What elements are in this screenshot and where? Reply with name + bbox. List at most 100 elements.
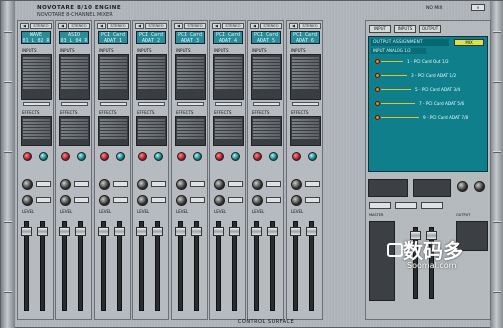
channel-pan-knob-a[interactable] — [252, 179, 263, 190]
tab-output[interactable]: OUTPUT — [419, 25, 441, 33]
channel-pan-knob-a[interactable] — [137, 179, 148, 190]
prev-channel-button[interactable]: ◀ — [58, 23, 67, 29]
channel-mute-button[interactable] — [305, 181, 320, 187]
channel-mute-button[interactable] — [228, 181, 243, 187]
channel-mode-button[interactable]: STEREO — [184, 23, 206, 29]
channel-mode-button[interactable]: STEREO — [30, 23, 52, 29]
channel-select-button[interactable] — [215, 102, 242, 106]
route-node[interactable] — [375, 87, 380, 92]
channel-fader-right[interactable] — [37, 227, 48, 236]
channel-fader-left[interactable] — [290, 227, 301, 236]
channel-select-button[interactable] — [292, 102, 319, 106]
route-node[interactable] — [375, 115, 380, 120]
channel-lcd[interactable]: WAVE 01 L 02 R — [21, 31, 51, 44]
channel-aux-knob[interactable] — [269, 152, 278, 161]
prev-channel-button[interactable]: ◀ — [20, 23, 29, 29]
channel-lcd[interactable]: PCI Card ADAT 4 — [213, 31, 243, 44]
channel-lcd[interactable]: ASIO 03 L 04 R — [59, 31, 89, 44]
channel-mute-button[interactable] — [190, 181, 205, 187]
channel-mute-button[interactable] — [74, 181, 89, 187]
router-mode-button[interactable]: MIX — [454, 39, 484, 46]
channel-solo-button[interactable] — [266, 197, 281, 203]
channel-fader-left[interactable] — [136, 227, 147, 236]
channel-lcd[interactable]: PCI Card ADAT 6 — [290, 31, 320, 44]
channel-gain-knob[interactable] — [177, 152, 186, 161]
channel-solo-button[interactable] — [113, 197, 128, 203]
channel-select-button[interactable] — [23, 102, 50, 106]
channel-fader-left[interactable] — [21, 227, 32, 236]
channel-gain-knob[interactable] — [61, 152, 70, 161]
prev-channel-button[interactable]: ◀ — [174, 23, 183, 29]
channel-pan-knob-a[interactable] — [176, 179, 187, 190]
channel-solo-button[interactable] — [305, 197, 320, 203]
channel-gain-knob[interactable] — [138, 152, 147, 161]
channel-pan-knob-b[interactable] — [60, 195, 71, 206]
channel-select-button[interactable] — [100, 102, 127, 106]
prev-channel-button[interactable]: ◀ — [135, 23, 144, 29]
channel-lcd[interactable]: PCI Card ADAT 3 — [175, 31, 205, 44]
channel-pan-knob-a[interactable] — [22, 179, 33, 190]
tab-input[interactable]: INPUT — [369, 25, 391, 33]
channel-fader-right[interactable] — [114, 227, 125, 236]
channel-pan-knob-b[interactable] — [176, 195, 187, 206]
channel-pan-knob-a[interactable] — [291, 179, 302, 190]
prev-channel-button[interactable]: ◀ — [250, 23, 259, 29]
channel-aux-knob[interactable] — [116, 152, 125, 161]
route-node[interactable] — [375, 73, 380, 78]
prev-channel-button[interactable]: ◀ — [289, 23, 298, 29]
tab-inputs[interactable]: INPUTS — [394, 25, 416, 33]
channel-fader-right[interactable] — [191, 227, 202, 236]
channel-mode-button[interactable]: STEREO — [260, 23, 282, 29]
channel-aux-knob[interactable] — [231, 152, 240, 161]
close-button[interactable]: ✕ — [471, 4, 485, 11]
output-button-1[interactable] — [369, 202, 391, 209]
channel-fader-left[interactable] — [59, 227, 70, 236]
channel-aux-knob[interactable] — [154, 152, 163, 161]
channel-fader-right[interactable] — [75, 227, 86, 236]
channel-fader-left[interactable] — [251, 227, 262, 236]
channel-gain-knob[interactable] — [23, 152, 32, 161]
aux-knob[interactable] — [474, 181, 485, 192]
channel-fader-left[interactable] — [213, 227, 224, 236]
channel-fader-right[interactable] — [229, 227, 240, 236]
channel-solo-button[interactable] — [74, 197, 89, 203]
prev-channel-button[interactable]: ◀ — [97, 23, 106, 29]
router-source[interactable]: INPUT ANALOG 1/2 — [371, 48, 426, 54]
channel-fader-left[interactable] — [98, 227, 109, 236]
channel-pan-knob-b[interactable] — [291, 195, 302, 206]
channel-aux-knob[interactable] — [193, 152, 202, 161]
channel-solo-button[interactable] — [190, 197, 205, 203]
channel-select-button[interactable] — [138, 102, 165, 106]
channel-fader-right[interactable] — [306, 227, 317, 236]
channel-mode-button[interactable]: STEREO — [68, 23, 90, 29]
channel-mode-button[interactable]: STEREO — [299, 23, 321, 29]
channel-pan-knob-b[interactable] — [252, 195, 263, 206]
route-node[interactable] — [375, 59, 380, 64]
channel-pan-knob-b[interactable] — [99, 195, 110, 206]
channel-select-button[interactable] — [61, 102, 88, 106]
master-knob[interactable] — [457, 181, 468, 192]
channel-pan-knob-a[interactable] — [60, 179, 71, 190]
channel-mode-button[interactable]: STEREO — [145, 23, 167, 29]
channel-fader-right[interactable] — [267, 227, 278, 236]
channel-mute-button[interactable] — [266, 181, 281, 187]
channel-gain-knob[interactable] — [253, 152, 262, 161]
channel-fader-left[interactable] — [175, 227, 186, 236]
channel-aux-knob[interactable] — [39, 152, 48, 161]
route-node[interactable] — [375, 101, 380, 106]
channel-gain-knob[interactable] — [215, 152, 224, 161]
channel-lcd[interactable]: PCI Card ADAT 5 — [251, 31, 281, 44]
channel-pan-knob-b[interactable] — [214, 195, 225, 206]
channel-aux-knob[interactable] — [77, 152, 86, 161]
channel-mute-button[interactable] — [36, 181, 51, 187]
channel-mute-button[interactable] — [151, 181, 166, 187]
channel-lcd[interactable]: PCI Card ADAT 1 — [98, 31, 128, 44]
output-button-2[interactable] — [395, 202, 417, 209]
prev-channel-button[interactable]: ◀ — [212, 23, 221, 29]
channel-solo-button[interactable] — [36, 197, 51, 203]
channel-mode-button[interactable]: STEREO — [222, 23, 244, 29]
channel-gain-knob[interactable] — [292, 152, 301, 161]
channel-solo-button[interactable] — [151, 197, 166, 203]
channel-mode-button[interactable]: STEREO — [107, 23, 129, 29]
channel-pan-knob-b[interactable] — [22, 195, 33, 206]
